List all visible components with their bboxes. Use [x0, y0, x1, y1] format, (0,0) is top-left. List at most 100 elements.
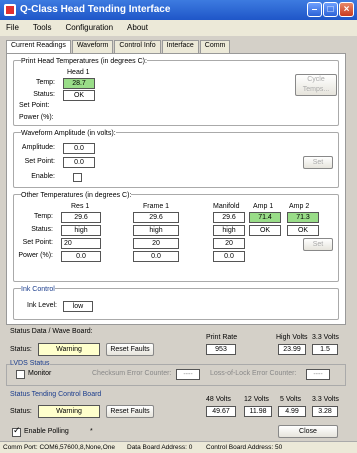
manifold-power-value: 0.0 — [213, 251, 245, 262]
res1-status-value: high — [61, 225, 101, 236]
lvds-title: LVDS Status — [10, 360, 50, 367]
control-reset-faults-button[interactable]: Reset Faults — [106, 405, 154, 418]
amp1-temp-value: 71.4 — [249, 212, 281, 223]
checksum-value: ---- — [176, 369, 200, 380]
amp2-column-label: Amp 2 — [289, 203, 310, 210]
menu-file[interactable]: File — [0, 20, 25, 35]
control-status-value: Warning — [38, 405, 100, 418]
status-bar: Comm Port: COM6,57600,8,None,One Data Bo… — [0, 441, 357, 453]
setpoint-label: Set Point: — [19, 102, 50, 109]
ink-control-title: Ink Control — [21, 286, 55, 293]
v12-value: 11.98 — [244, 406, 272, 417]
v48-label: 48 Volts — [206, 396, 231, 403]
control-board-address: Control Board Address: 50 — [206, 444, 283, 451]
menu-about[interactable]: About — [121, 20, 154, 35]
v48-value: 49.67 — [206, 406, 236, 417]
head1-status-value: OK — [63, 90, 95, 101]
cycle-temps-label-line2: Temps... — [302, 86, 330, 93]
status-wave-title: Status Data / Wave Board: — [10, 328, 93, 335]
cycle-temps-button[interactable]: Cycle Temps... — [295, 74, 337, 96]
cycle-temps-label-line1: Cycle — [307, 76, 325, 83]
power-label: Power (%): — [19, 114, 54, 121]
amplitude-label: Amplitude: — [21, 144, 55, 151]
menu-tools[interactable]: Tools — [27, 20, 58, 35]
v12-label: 12 Volts — [244, 396, 269, 403]
manifold-setpoint-input[interactable]: 20 — [213, 238, 245, 249]
head1-temp-value: 28.7 — [63, 78, 95, 89]
temp-label: Temp: — [35, 79, 55, 86]
polling-indicator: * — [90, 428, 93, 435]
res1-temp-value: 29.6 — [61, 212, 101, 223]
print-rate-label: Print Rate — [206, 334, 238, 341]
amp2-temp-value: 71.3 — [287, 212, 319, 223]
frame1-setpoint-input[interactable]: 20 — [133, 238, 179, 249]
ink-control-group — [13, 288, 339, 320]
control-board-title: Status Tending Control Board — [10, 391, 102, 398]
loss-of-lock-value: ---- — [306, 369, 330, 380]
manifold-temp-value: 29.6 — [213, 212, 245, 223]
frame1-column-label: Frame 1 — [143, 203, 170, 210]
head1-column-label: Head 1 — [67, 69, 90, 76]
close-window-button[interactable]: × — [339, 2, 354, 17]
window-title: Q-Class Head Tending Interface — [20, 4, 171, 15]
title-bar: Q-Class Head Tending Interface – □ × — [0, 0, 357, 20]
wave-3v3-label: 3.3 Volts — [312, 334, 339, 341]
minimize-button[interactable]: – — [307, 2, 322, 17]
enable-checkbox[interactable] — [73, 173, 82, 182]
other-set-button[interactable]: Set — [303, 238, 333, 251]
v5-label: 5 Volts — [280, 396, 302, 403]
print-rate-value: 953 — [206, 344, 236, 355]
waveform-title: Waveform Amplitude (in volts): — [21, 130, 116, 137]
current-readings-panel: Print Head Temperatures (in degrees C): … — [6, 53, 346, 325]
ink-level-value: low — [63, 301, 93, 312]
res1-setpoint-input[interactable]: 20 — [61, 238, 101, 249]
res1-power-value: 0.0 — [61, 251, 101, 262]
loss-of-lock-label: Loss-of-Lock Error Counter: — [210, 370, 297, 377]
wave-status-value: Warning — [38, 343, 100, 356]
wave-3v3-value: 1.5 — [312, 344, 338, 355]
ink-level-label: Ink Level: — [27, 302, 57, 309]
monitor-checkbox[interactable] — [16, 370, 25, 379]
wave-reset-faults-button[interactable]: Reset Faults — [106, 343, 154, 356]
manifold-column-label: Manifold — [213, 203, 240, 210]
amp2-status-value: OK — [287, 225, 319, 236]
data-board-address: Data Board Address: 0 — [127, 444, 193, 451]
comm-port-status: Comm Port: COM6,57600,8,None,One — [3, 444, 115, 451]
frame1-power-value: 0.0 — [133, 251, 179, 262]
polling-check-mark: ✓ — [13, 425, 21, 435]
high-volts-label: High Volts — [276, 334, 308, 341]
other-setpoint-label: Set Point: — [22, 239, 53, 246]
wave-setpoint-input[interactable]: 0.0 — [63, 157, 95, 168]
other-temps-title: Other Temperatures (in degrees C): — [21, 192, 132, 199]
wave-status-label: Status: — [10, 346, 32, 353]
wave-set-button[interactable]: Set — [303, 156, 333, 169]
frame1-status-value: high — [133, 225, 179, 236]
control-status-label: Status: — [10, 408, 32, 415]
amp1-status-value: OK — [249, 225, 281, 236]
menu-bar: File Tools Configuration About — [0, 20, 357, 36]
manifold-status-value: high — [213, 225, 245, 236]
control-3v3-label: 3.3 Volts — [312, 396, 339, 403]
other-power-label: Power (%): — [18, 252, 53, 259]
res1-column-label: Res 1 — [71, 203, 90, 210]
enable-polling-label: Enable Polling — [24, 428, 69, 435]
waveform-group — [13, 132, 339, 188]
tab-strip: Current Readings Waveform Control Info I… — [6, 40, 231, 56]
close-button[interactable]: Close — [278, 425, 338, 438]
app-icon — [4, 4, 16, 16]
menu-configuration[interactable]: Configuration — [59, 20, 119, 35]
control-3v3-value: 3.28 — [312, 406, 338, 417]
amplitude-value: 0.0 — [63, 143, 95, 154]
wave-setpoint-label: Set Point: — [24, 158, 55, 165]
enable-label: Enable: — [31, 173, 55, 180]
print-head-title: Print Head Temperatures (in degrees C): — [21, 58, 147, 65]
v5-value: 4.99 — [278, 406, 306, 417]
amp1-column-label: Amp 1 — [253, 203, 274, 210]
other-status-label: Status: — [31, 226, 53, 233]
maximize-button[interactable]: □ — [323, 2, 338, 17]
monitor-label: Monitor — [28, 370, 52, 377]
checksum-label: Checksum Error Counter: — [92, 370, 172, 377]
high-volts-value: 23.99 — [278, 344, 306, 355]
other-temp-label: Temp: — [33, 213, 53, 220]
print-head-group — [13, 60, 339, 126]
